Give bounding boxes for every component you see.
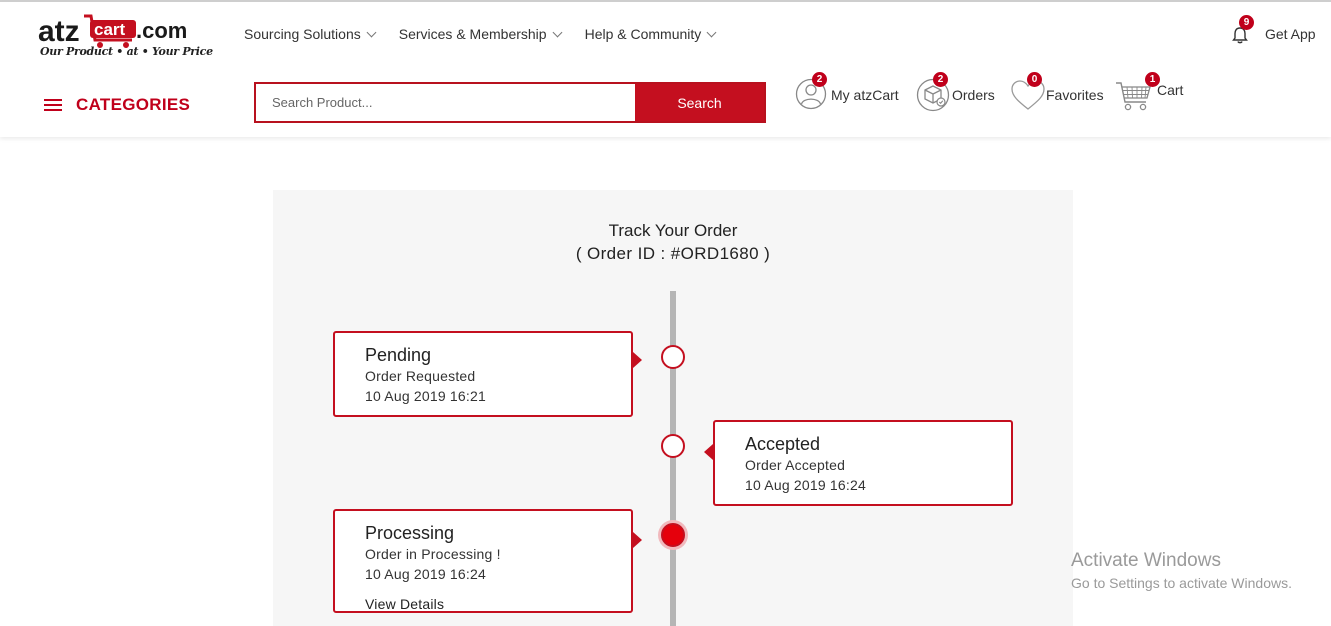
step-date: 10 Aug 2019 16:21 [365, 388, 486, 404]
favorites-label: Favorites [1046, 87, 1104, 103]
timeline-dot-pending [661, 345, 685, 369]
step-date: 10 Aug 2019 16:24 [365, 566, 486, 582]
nav-sourcing-solutions[interactable]: Sourcing Solutions [244, 26, 377, 42]
timeline-dot-accepted [661, 434, 685, 458]
nav-item-label: Help & Community [584, 26, 702, 42]
logo-tagline: Our Product • at • Your Price [40, 45, 213, 58]
timeline-line [670, 291, 676, 626]
search-button[interactable]: Search [633, 84, 764, 121]
main-nav: Sourcing Solutions Services & Membership… [244, 26, 717, 42]
cart-label: Cart [1157, 82, 1184, 98]
search-bar: Search [254, 82, 766, 123]
nav-item-label: Sourcing Solutions [244, 26, 361, 42]
watermark-line2: Go to Settings to activate Windows. [1071, 575, 1292, 591]
step-description: Order in Processing ! [365, 546, 501, 562]
card-pointer [633, 352, 642, 368]
svg-text:cart: cart [94, 20, 126, 39]
nav-help-community[interactable]: Help & Community [584, 26, 717, 42]
card-pointer [633, 532, 642, 548]
nav-services-membership[interactable]: Services & Membership [398, 26, 563, 42]
chevron-down-icon [706, 27, 717, 37]
orders-link[interactable]: 2 Orders [916, 72, 995, 112]
site-header: atz cart .com Our Product • at • Your Pr… [0, 2, 1331, 137]
view-details-link[interactable]: View Details [365, 596, 631, 612]
timeline-card-pending: Pending Order Requested 10 Aug 2019 16:2… [333, 331, 633, 417]
orders-label: Orders [952, 87, 995, 103]
windows-activation-watermark: Activate Windows Go to Settings to activ… [1071, 550, 1292, 591]
favorites-badge: 0 [1027, 72, 1042, 87]
account-badge: 2 [812, 72, 827, 87]
cart-badge: 1 [1145, 72, 1160, 87]
chevron-down-icon [366, 27, 377, 37]
step-description: Order Requested [365, 368, 476, 384]
nav-item-label: Services & Membership [398, 26, 547, 42]
notification-count-badge: 9 [1239, 15, 1254, 30]
order-id-line: ( Order ID : #ORD1680 ) [575, 244, 771, 263]
search-input[interactable] [256, 84, 633, 121]
watermark-line1: Activate Windows [1071, 550, 1221, 571]
timeline-card-processing: Processing Order in Processing ! 10 Aug … [333, 509, 633, 613]
cart-link[interactable]: 1 Cart [1115, 72, 1184, 112]
categories-menu-button[interactable]: CATEGORIES [44, 95, 190, 115]
card-pointer [704, 444, 713, 460]
step-status: Processing [365, 523, 455, 543]
timeline-card-accepted: Accepted Order Accepted 10 Aug 2019 16:2… [713, 420, 1013, 506]
step-status: Accepted [745, 434, 821, 454]
orders-badge: 2 [933, 72, 948, 87]
track-order-title: Track Your Order [608, 221, 738, 240]
timeline-dot-processing-active [661, 523, 685, 547]
svg-text:atz: atz [38, 15, 80, 48]
get-app-link[interactable]: Get App [1265, 26, 1316, 42]
categories-label: CATEGORIES [76, 95, 191, 114]
order-tracking-panel: Track Your Order ( Order ID : #ORD1680 )… [273, 190, 1073, 626]
favorites-link[interactable]: 0 Favorites [1010, 72, 1104, 112]
step-date: 10 Aug 2019 16:24 [745, 477, 866, 493]
my-account-label: My atzCart [831, 87, 899, 103]
step-status: Pending [365, 345, 432, 365]
hamburger-icon [44, 98, 62, 112]
chevron-down-icon [552, 27, 563, 37]
step-description: Order Accepted [745, 457, 846, 473]
svg-text:.com: .com [136, 18, 187, 43]
my-account-link[interactable]: 2 My atzCart [795, 72, 899, 112]
